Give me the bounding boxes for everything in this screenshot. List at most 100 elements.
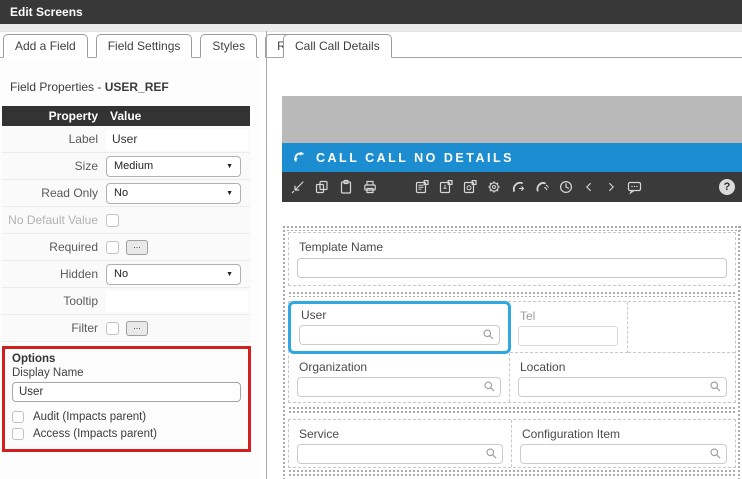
form-save-icon[interactable] <box>414 179 430 195</box>
field-cell-user[interactable]: User <box>288 301 511 354</box>
table-row: Label User <box>2 126 250 153</box>
required-ellipsis-button[interactable]: ... <box>126 240 148 255</box>
row-label-tooltip: Tooltip <box>2 294 104 308</box>
access-option-row: Access (Impacts parent) <box>12 428 241 440</box>
drop-zone <box>737 225 742 479</box>
audit-checkbox[interactable] <box>12 411 24 423</box>
filter-checkbox[interactable] <box>106 322 119 335</box>
field-properties-prefix: Field Properties - <box>10 80 105 94</box>
value-column-header: Value <box>104 109 250 123</box>
panel-divider <box>266 31 267 479</box>
user-search-input[interactable] <box>299 325 500 345</box>
location-search-input[interactable] <box>518 377 727 397</box>
right-tabstrip: Call Call Details <box>267 32 742 58</box>
display-name-input[interactable] <box>12 382 241 402</box>
tab-call-call-details[interactable]: Call Call Details <box>283 34 392 58</box>
search-icon <box>483 380 496 393</box>
audit-option-row: Audit (Impacts parent) <box>12 411 241 423</box>
drop-zone <box>282 225 287 479</box>
form-settings-icon[interactable] <box>462 179 478 195</box>
field-cell-location[interactable]: Location <box>510 353 735 402</box>
field-cell-configuration-item[interactable]: Configuration Item <box>512 420 735 467</box>
drop-zone <box>288 291 736 297</box>
audit-checkbox-label: Audit (Impacts parent) <box>33 411 146 423</box>
call-forward-icon[interactable] <box>510 179 526 195</box>
access-checkbox-label: Access (Impacts parent) <box>33 428 157 440</box>
row-label-label: Label <box>2 132 104 146</box>
search-icon <box>709 447 722 460</box>
table-row: Hidden No ▼ <box>2 261 250 288</box>
preview-header-band <box>282 96 742 143</box>
paste-icon[interactable] <box>338 179 354 195</box>
row-label-hidden: Hidden <box>2 267 104 281</box>
empty-cell <box>628 302 735 353</box>
row-label-required: Required <box>2 240 104 254</box>
field-cell-service[interactable]: Service <box>289 420 512 467</box>
chevron-right-icon[interactable] <box>604 179 618 195</box>
field-name: USER_REF <box>105 80 169 94</box>
template-name-section[interactable]: Template Name <box>288 232 736 286</box>
tab-add-a-field[interactable]: Add a Field <box>3 34 88 58</box>
pin-icon[interactable] <box>290 179 306 195</box>
row-label-read-only: Read Only <box>2 186 104 200</box>
chat-icon[interactable] <box>626 179 643 195</box>
tel-field-label: Tel <box>510 302 627 323</box>
configuration-item-search-input[interactable] <box>520 444 727 464</box>
table-row: Required ... <box>2 234 250 261</box>
access-checkbox[interactable] <box>12 428 24 440</box>
search-icon <box>485 447 498 460</box>
drop-zone <box>288 469 736 476</box>
configuration-item-field-label: Configuration Item <box>512 420 735 441</box>
field-properties-heading: Field Properties - USER_REF <box>10 80 259 94</box>
field-settings-panel: Field Properties - USER_REF Property Val… <box>0 58 259 479</box>
table-row: Tooltip <box>2 288 250 315</box>
read-only-select-value: No <box>114 187 128 199</box>
chevron-left-icon[interactable] <box>582 179 596 195</box>
chevron-down-icon: ▼ <box>226 271 233 278</box>
table-row: Size Medium ▼ <box>2 153 250 180</box>
row-label-size: Size <box>2 159 104 173</box>
template-name-input[interactable] <box>297 258 727 278</box>
filter-ellipsis-button[interactable]: ... <box>126 321 148 336</box>
no-default-value-checkbox[interactable] <box>106 214 119 227</box>
copy-icon[interactable] <box>314 179 330 195</box>
record-title: CALL CALL NO DETAILS <box>316 151 514 165</box>
template-name-label: Template Name <box>289 233 735 254</box>
size-select-value: Medium <box>114 160 153 172</box>
tab-styles[interactable]: Styles <box>200 34 257 58</box>
call-ring-icon[interactable] <box>534 179 550 195</box>
required-checkbox[interactable] <box>106 241 119 254</box>
read-only-select[interactable]: No ▼ <box>106 183 241 204</box>
service-search-input[interactable] <box>297 444 503 464</box>
record-title-bar: CALL CALL NO DETAILS <box>282 143 742 172</box>
size-select[interactable]: Medium ▼ <box>106 156 241 177</box>
help-button[interactable]: ? <box>719 179 735 195</box>
hidden-select-value: No <box>114 268 128 280</box>
drop-zone <box>282 225 742 231</box>
table-row: No Default Value <box>2 207 250 234</box>
property-column-header: Property <box>2 109 104 123</box>
tab-field-settings[interactable]: Field Settings <box>96 34 193 58</box>
field-cell-organization[interactable]: Organization <box>289 353 510 402</box>
organization-search-input[interactable] <box>297 377 501 397</box>
drop-zone <box>288 406 736 413</box>
hidden-select[interactable]: No ▼ <box>106 264 241 285</box>
phone-icon <box>292 150 307 165</box>
user-field-label: User <box>291 304 508 322</box>
print-icon[interactable] <box>362 179 378 195</box>
row-label-no-default-value: No Default Value <box>2 213 104 227</box>
field-cell-tel[interactable]: Tel <box>510 302 628 353</box>
tel-input[interactable] <box>518 326 618 346</box>
table-row: Read Only No ▼ <box>2 180 250 207</box>
table-row: Filter ... <box>2 315 250 342</box>
titlebar-divider <box>0 24 742 32</box>
search-icon <box>482 328 495 341</box>
edit-screens-window: Edit Screens Add a Field Field Settings … <box>0 0 742 479</box>
history-icon[interactable] <box>558 179 574 195</box>
field-group-user: User Tel Organization <box>288 301 736 403</box>
gear-icon[interactable] <box>486 179 502 195</box>
form-field-icon[interactable] <box>438 179 454 195</box>
label-value[interactable]: User <box>106 129 248 150</box>
display-name-label: Display Name <box>12 367 241 379</box>
tooltip-value[interactable] <box>106 291 248 312</box>
